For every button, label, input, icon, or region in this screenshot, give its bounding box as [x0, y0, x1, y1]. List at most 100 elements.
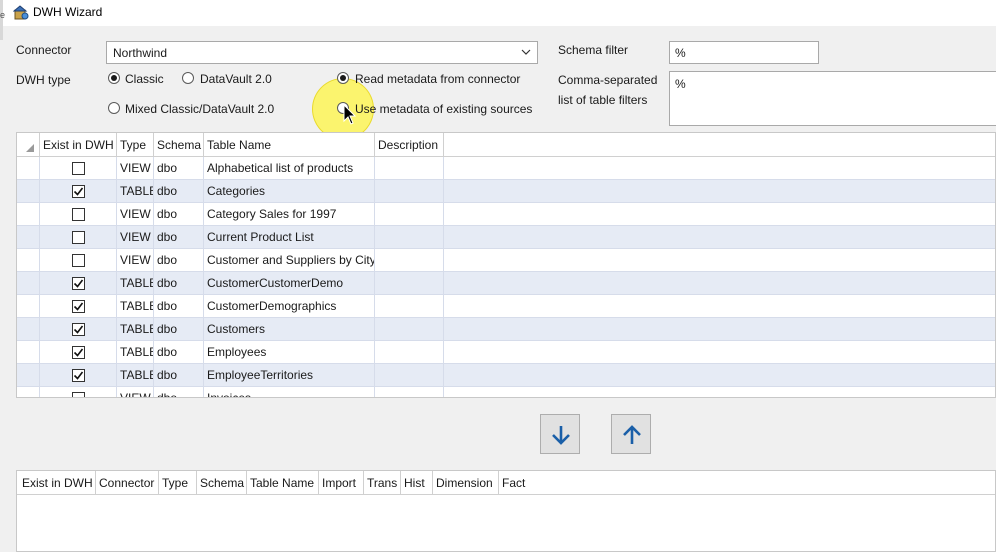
type-cell[interactable]: TABLE: [117, 341, 154, 364]
row-header[interactable]: [17, 318, 40, 341]
move-down-button[interactable]: [540, 414, 580, 454]
dwh-type-mixed-radio[interactable]: [108, 102, 120, 114]
exist-in-dwh-checkbox[interactable]: [72, 231, 85, 244]
description-cell[interactable]: [375, 226, 444, 249]
exist-in-dwh-checkbox[interactable]: [72, 185, 85, 198]
type-cell[interactable]: TABLE: [117, 180, 154, 203]
exist-in-dwh-checkbox[interactable]: [72, 369, 85, 382]
connector-select[interactable]: Northwind: [106, 41, 538, 64]
table-row[interactable]: TABLE dbo CustomerCustomerDemo: [17, 272, 995, 295]
table-row[interactable]: VIEW dbo Invoices: [17, 387, 995, 397]
col2-type[interactable]: Type: [159, 471, 197, 495]
table-row[interactable]: TABLE dbo CustomerDemographics: [17, 295, 995, 318]
table-name-cell[interactable]: Invoices: [204, 387, 375, 397]
schema-filter-input[interactable]: %: [669, 41, 819, 64]
type-cell[interactable]: TABLE: [117, 364, 154, 387]
row-header[interactable]: [17, 272, 40, 295]
table-row[interactable]: VIEW dbo Customer and Suppliers by City: [17, 249, 995, 272]
schema-cell[interactable]: dbo: [154, 180, 204, 203]
col2-exist-in-dwh[interactable]: Exist in DWH: [17, 471, 96, 495]
col-type[interactable]: Type: [117, 133, 154, 157]
type-cell[interactable]: VIEW: [117, 226, 154, 249]
col-exist-in-dwh[interactable]: Exist in DWH: [40, 133, 117, 157]
col2-schema[interactable]: Schema: [197, 471, 247, 495]
description-cell[interactable]: [375, 203, 444, 226]
table-name-cell[interactable]: CustomerDemographics: [204, 295, 375, 318]
table-name-cell[interactable]: Category Sales for 1997: [204, 203, 375, 226]
table-row[interactable]: VIEW dbo Current Product List: [17, 226, 995, 249]
schema-cell[interactable]: dbo: [154, 157, 204, 180]
dwh-type-datavault-radio[interactable]: [182, 72, 194, 84]
select-all-corner[interactable]: [17, 133, 40, 157]
type-cell[interactable]: VIEW: [117, 249, 154, 272]
row-header[interactable]: [17, 180, 40, 203]
schema-cell[interactable]: dbo: [154, 226, 204, 249]
col2-fact[interactable]: Fact: [499, 471, 529, 495]
move-up-button[interactable]: [611, 414, 651, 454]
col2-connector[interactable]: Connector: [96, 471, 159, 495]
type-cell[interactable]: TABLE: [117, 318, 154, 341]
row-header[interactable]: [17, 341, 40, 364]
col2-hist[interactable]: Hist: [401, 471, 433, 495]
description-cell[interactable]: [375, 157, 444, 180]
schema-cell[interactable]: dbo: [154, 341, 204, 364]
col-schema[interactable]: Schema: [154, 133, 204, 157]
row-header[interactable]: [17, 387, 40, 397]
description-cell[interactable]: [375, 249, 444, 272]
exist-in-dwh-checkbox[interactable]: [72, 392, 85, 397]
description-cell[interactable]: [375, 318, 444, 341]
source-tables-grid[interactable]: Exist in DWH Type Schema Table Name Desc…: [16, 132, 996, 398]
row-header[interactable]: [17, 295, 40, 318]
table-name-cell[interactable]: CustomerCustomerDemo: [204, 272, 375, 295]
schema-cell[interactable]: dbo: [154, 249, 204, 272]
description-cell[interactable]: [375, 272, 444, 295]
description-cell[interactable]: [375, 341, 444, 364]
schema-cell[interactable]: dbo: [154, 272, 204, 295]
schema-cell[interactable]: dbo: [154, 295, 204, 318]
table-name-cell[interactable]: Customer and Suppliers by City: [204, 249, 375, 272]
exist-in-dwh-checkbox[interactable]: [72, 254, 85, 267]
table-name-cell[interactable]: Alphabetical list of products: [204, 157, 375, 180]
schema-cell[interactable]: dbo: [154, 364, 204, 387]
type-cell[interactable]: VIEW: [117, 387, 154, 397]
exist-in-dwh-checkbox[interactable]: [72, 300, 85, 313]
table-row[interactable]: VIEW dbo Category Sales for 1997: [17, 203, 995, 226]
table-filter-input[interactable]: %: [669, 71, 996, 126]
description-cell[interactable]: [375, 295, 444, 318]
type-cell[interactable]: TABLE: [117, 295, 154, 318]
row-header[interactable]: [17, 203, 40, 226]
schema-cell[interactable]: dbo: [154, 387, 204, 397]
exist-in-dwh-checkbox[interactable]: [72, 323, 85, 336]
selected-tables-grid[interactable]: Exist in DWH Connector Type Schema Table…: [16, 470, 996, 552]
col2-import[interactable]: Import: [319, 471, 364, 495]
table-row[interactable]: VIEW dbo Alphabetical list of products: [17, 157, 995, 180]
dwh-type-classic-radio[interactable]: [108, 72, 120, 84]
description-cell[interactable]: [375, 387, 444, 397]
row-header[interactable]: [17, 226, 40, 249]
schema-cell[interactable]: dbo: [154, 203, 204, 226]
row-header[interactable]: [17, 364, 40, 387]
table-name-cell[interactable]: Customers: [204, 318, 375, 341]
table-name-cell[interactable]: EmployeeTerritories: [204, 364, 375, 387]
col2-table-name[interactable]: Table Name: [247, 471, 319, 495]
exist-in-dwh-checkbox[interactable]: [72, 277, 85, 290]
description-cell[interactable]: [375, 364, 444, 387]
type-cell[interactable]: VIEW: [117, 203, 154, 226]
schema-cell[interactable]: dbo: [154, 318, 204, 341]
table-name-cell[interactable]: Employees: [204, 341, 375, 364]
type-cell[interactable]: VIEW: [117, 157, 154, 180]
read-metadata-radio[interactable]: [337, 72, 349, 84]
col-table-name[interactable]: Table Name: [204, 133, 375, 157]
col2-dimension[interactable]: Dimension: [433, 471, 499, 495]
exist-in-dwh-checkbox[interactable]: [72, 208, 85, 221]
table-row[interactable]: TABLE dbo EmployeeTerritories: [17, 364, 995, 387]
table-name-cell[interactable]: Current Product List: [204, 226, 375, 249]
table-row[interactable]: TABLE dbo Categories: [17, 180, 995, 203]
col2-trans[interactable]: Trans: [364, 471, 401, 495]
exist-in-dwh-checkbox[interactable]: [72, 162, 85, 175]
col-description[interactable]: Description: [375, 133, 444, 157]
row-header[interactable]: [17, 249, 40, 272]
table-row[interactable]: TABLE dbo Employees: [17, 341, 995, 364]
description-cell[interactable]: [375, 180, 444, 203]
table-row[interactable]: TABLE dbo Customers: [17, 318, 995, 341]
